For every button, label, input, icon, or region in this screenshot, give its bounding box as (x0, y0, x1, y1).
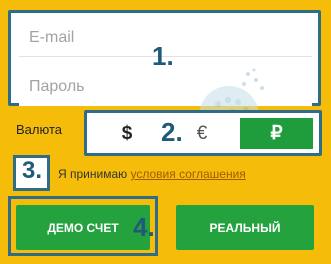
currency-selector: $ € ₽ (84, 110, 322, 156)
currency-label: Валюта (16, 122, 62, 137)
registration-form: 1. Валюта $ € ₽ 2. 3. Я принимаю условия… (0, 0, 331, 264)
terms-prefix: Я принимаю (58, 167, 128, 181)
currency-usd-button[interactable]: $ (93, 118, 161, 149)
marker-1: 1. (152, 41, 174, 71)
marker-4: 4. (133, 212, 155, 242)
marker-2: 2. (161, 117, 183, 147)
terms-link[interactable]: условия соглашения (130, 167, 245, 181)
real-account-button[interactable]: РЕАЛЬНЫЙ (176, 205, 314, 250)
currency-rub-button[interactable]: ₽ (240, 118, 313, 149)
demo-account-button[interactable]: ДЕМО СЧЕТ (16, 205, 150, 250)
marker-3: 3. (22, 157, 43, 184)
terms-text: Я принимаю условия соглашения (58, 167, 246, 181)
